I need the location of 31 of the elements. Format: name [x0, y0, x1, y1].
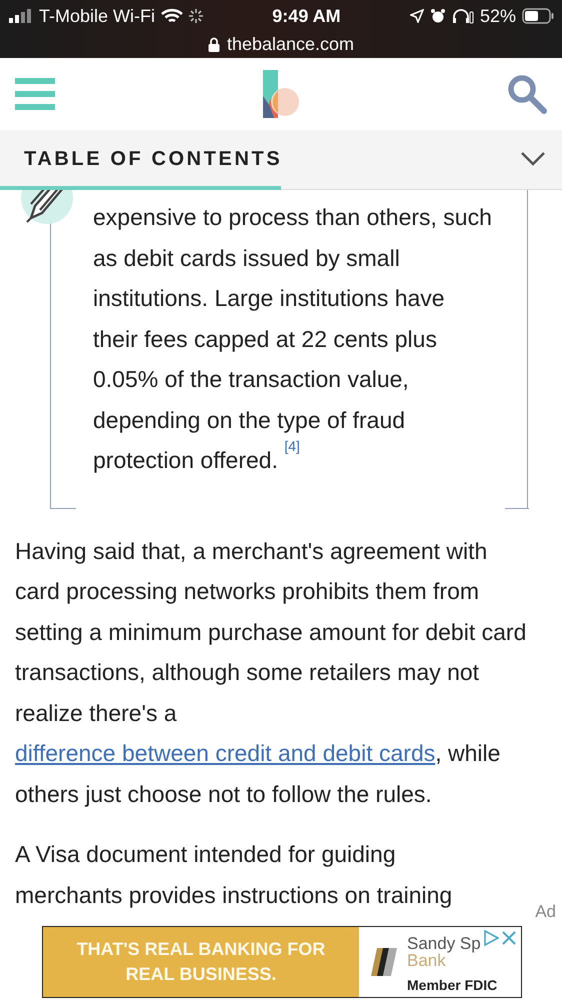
ad-tagline: Member FDIC — [407, 976, 498, 994]
battery-percent: 52% — [480, 6, 516, 26]
close-icon[interactable] — [501, 930, 517, 946]
battery-icon — [522, 8, 554, 24]
table-of-contents-toggle[interactable]: TABLE OF CONTENTS — [24, 148, 282, 170]
ad-brand: Sandy Sp — [407, 934, 481, 952]
loading-icon — [189, 9, 203, 23]
bank-logo — [369, 946, 399, 978]
ad-banner[interactable]: THAT'S REAL BANKING FOR REAL BUSINESS. Sandy Sp Bank Member FDIC — [42, 926, 522, 998]
ad-choices-icon[interactable] — [483, 930, 499, 946]
signal-icon — [9, 9, 33, 23]
wifi-icon — [161, 8, 183, 24]
note-text: expensive to process than others, such as debit cards issued by small institutions. Large institutions have their fees capped at 22 cents plus 0.05% of the transaction value, depending on the type of fraud protection offered. $^{[4]}$ — [93, 203, 493, 475]
chevron-down-icon[interactable] — [520, 151, 546, 167]
site-address[interactable]: thebalance.com — [226, 34, 354, 54]
lock-icon — [208, 36, 220, 52]
ad-brand-line: Bank — [407, 952, 446, 968]
alarm-icon — [430, 8, 446, 24]
clock-time: 9:49 AM — [272, 6, 341, 26]
site-logo[interactable] — [263, 70, 299, 118]
ad-label: Ad — [535, 902, 556, 922]
menu-icon[interactable] — [15, 78, 55, 110]
article-link[interactable]: difference between credit and debit cards — [15, 740, 436, 766]
paragraph-text: A Visa document intended for guiding merchants provides instructions on training — [15, 840, 454, 910]
citation-link[interactable]: [4] — [284, 438, 300, 454]
search-icon[interactable] — [507, 74, 547, 114]
location-arrow-icon — [410, 9, 424, 23]
ad-headline: THAT'S REAL BANKING FOR REAL BUSINESS. — [76, 938, 326, 986]
carrier-name: T-Mobile Wi-Fi — [39, 6, 155, 26]
headphones-icon — [452, 8, 474, 24]
paragraph-text: Having said that, a merchant's agreement with card processing networks prohibits them from setting a minimum purchase amount for debit card transactions, although some retailers may not realize there's a difference between credit and debit cards, while others just choose not to follow the rules. — [15, 536, 528, 809]
